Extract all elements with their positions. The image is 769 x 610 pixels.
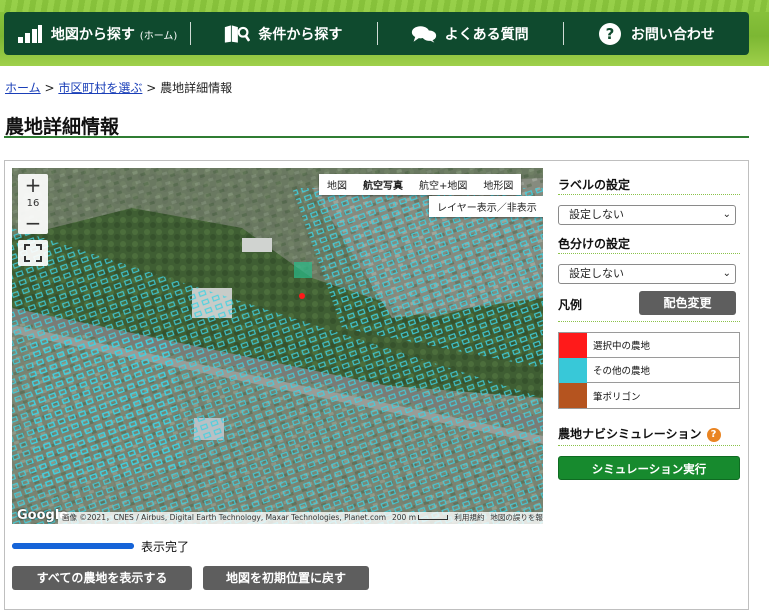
simulation-title: 農地ナビシミュレーション? [558,425,721,442]
chat-bubbles-icon [411,22,437,46]
header-banner: 地図から探す (ホーム) 条件から探す よくある質問 ? お問い合わせ [0,0,769,66]
map-type-selector: 地図 航空写真 航空+地図 地形図 [319,174,522,195]
scale-bar [418,515,449,520]
color-change-button[interactable]: 配色変更 [639,291,736,315]
breadcrumb-home[interactable]: ホーム [5,81,41,95]
legend-swatch-polygon [559,383,587,408]
map-scale: 200 m [392,512,449,524]
nav-condition-search-label: 条件から探す [258,26,343,43]
map-type-terrain[interactable]: 地形図 [475,174,521,195]
legend-label: その他の農地 [593,366,651,377]
map-report-link[interactable]: 地図の誤りを報告する [490,512,543,524]
legend-table: 選択中の農地 その他の農地 筆ポリゴン [558,332,740,409]
help-icon[interactable]: ? [706,428,721,442]
label-setting-value: 設定しない [569,208,624,221]
nav-faq[interactable]: よくある質問 [376,12,563,55]
run-simulation-button[interactable]: シミュレーション実行 [558,456,740,480]
color-setting-value: 設定しない [569,267,624,280]
legend-swatch-other [559,357,587,383]
breadcrumb-current: 農地詳細情報 [160,81,233,95]
reset-map-button[interactable]: 地図を初期位置に戻す [203,566,369,590]
map-type-map[interactable]: 地図 [319,174,355,195]
aerial-imagery [12,168,543,524]
legend-swatch-selected [559,332,587,358]
title-divider [4,136,749,138]
chevron-down-icon: ⌄ [722,268,731,279]
legend-row: 選択中の農地 [559,332,739,358]
breadcrumb-separator: > [146,81,157,95]
divider [558,253,740,254]
nav-faq-label: よくある質問 [444,26,529,43]
legend-label: 選択中の農地 [593,341,651,352]
bar-chart-icon [17,22,43,46]
nav-contact[interactable]: ? お問い合わせ [562,12,749,55]
svg-text:?: ? [606,25,615,43]
map-attribution-bar: 画像 ©2021，CNES / Airbus, Digital Earth Te… [58,512,543,524]
color-setting-select[interactable]: 設定しない ⌄ [558,264,736,284]
divider [558,445,740,446]
nav-condition-search[interactable]: 条件から探す [190,12,376,55]
main-nav: 地図から探す (ホーム) 条件から探す よくある質問 ? お問い合わせ [4,12,749,55]
page-title: 農地詳細情報 [5,116,120,138]
zoom-level: 16 [26,198,40,209]
fullscreen-icon [24,244,42,262]
map-attribution: 画像 ©2021，CNES / Airbus, Digital Earth Te… [62,513,387,522]
nav-map-search-label: 地図から探す (ホーム) [50,26,178,43]
book-search-icon [224,22,251,46]
breadcrumb: ホーム > 市区町村を選ぶ > 農地詳細情報 [5,79,232,96]
banner-grass [0,0,769,12]
label-setting-select[interactable]: 設定しない ⌄ [558,205,736,225]
legend-label: 筆ポリゴン [593,391,641,403]
question-circle-icon: ? [597,22,623,46]
load-progress-bar [12,543,134,549]
legend-title: 凡例 [558,298,583,312]
nav-map-search[interactable]: 地図から探す (ホーム) [4,12,190,55]
zoom-control: + 16 − [18,174,48,234]
map-view[interactable]: + 16 − 地図 航空写真 航空+地図 地形図 レイヤー表示／非表示 Goog… [12,168,543,524]
show-all-farmland-button[interactable]: すべての農地を表示する [12,566,192,590]
divider [558,194,740,195]
map-terms-link[interactable]: 利用規約 [454,512,484,524]
simulation-title-text: 農地ナビシミュレーション [558,427,702,441]
breadcrumb-separator: > [44,81,55,95]
breadcrumb-city[interactable]: 市区町村を選ぶ [58,81,142,95]
nav-contact-label: お問い合わせ [630,26,715,43]
divider [558,321,740,322]
layer-toggle-button[interactable]: レイヤー表示／非表示 [429,196,543,217]
fullscreen-button[interactable] [18,240,48,266]
zoom-in-button[interactable]: + [18,174,48,196]
label-setting-title: ラベルの設定 [558,178,631,192]
color-setting-title: 色分けの設定 [558,237,631,251]
legend-row: 筆ポリゴン [559,383,739,408]
legend-row: その他の農地 [559,357,739,383]
map-type-hybrid[interactable]: 航空+地図 [411,174,475,195]
progress-fill [12,543,134,549]
zoom-out-button[interactable]: − [18,212,48,234]
map-type-aerial[interactable]: 航空写真 [355,174,411,195]
chevron-down-icon: ⌄ [722,209,731,220]
progress-label: 表示完了 [141,540,190,554]
